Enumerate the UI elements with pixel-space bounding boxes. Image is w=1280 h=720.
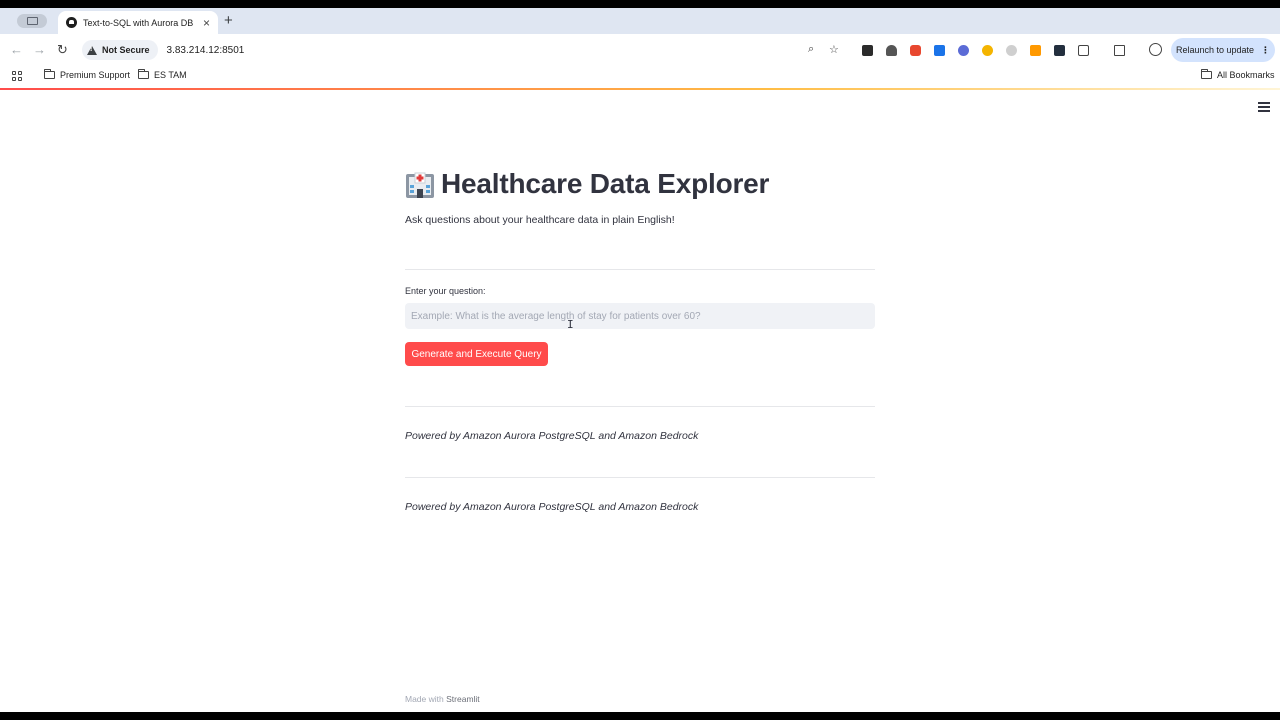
back-icon[interactable]: ← [10, 42, 23, 58]
relaunch-button[interactable]: Relaunch to update ⋮ [1171, 38, 1275, 62]
kebab-menu-icon: ⋮ [1261, 44, 1271, 55]
url-text: 3.83.214.12:8501 [166, 44, 245, 56]
powered-by-note: Powered by Amazon Aurora PostgreSQL and … [405, 501, 699, 513]
browser-tab-active[interactable]: Text-to-SQL with Aurora DB × [58, 11, 218, 34]
star-icon[interactable]: ☆ [829, 43, 839, 56]
generate-query-button[interactable]: Generate and Execute Query [405, 342, 548, 366]
extension-icon[interactable] [1054, 45, 1065, 56]
hospital-icon [406, 172, 434, 198]
folder-icon [138, 69, 149, 79]
tab-strip: Text-to-SQL with Aurora DB × + [0, 8, 1280, 34]
relaunch-label: Relaunch to update [1175, 45, 1255, 55]
zoom-icon[interactable]: ⌕ [808, 43, 814, 56]
bookmarks-bar: Premium Support ES TAM All Bookmarks [0, 66, 1280, 88]
streamlit-favicon-icon [66, 17, 77, 28]
bookmark-label: ES TAM [154, 70, 187, 80]
streamlit-decoration-bar [0, 88, 1280, 90]
address-bar[interactable]: Not Secure 3.83.214.12:8501 ⌕ ☆ [80, 38, 850, 62]
extension-icon[interactable] [910, 45, 921, 56]
extension-icon[interactable] [886, 45, 897, 56]
folder-icon [44, 69, 55, 79]
side-panel-icon[interactable] [1114, 45, 1125, 56]
powered-by-note: Powered by Amazon Aurora PostgreSQL and … [405, 430, 699, 442]
tab-close-icon[interactable]: × [203, 17, 210, 29]
folder-icon [1201, 69, 1212, 79]
extension-icon[interactable] [982, 45, 993, 56]
all-bookmarks[interactable]: All Bookmarks [1201, 69, 1275, 80]
page-header: Healthcare Data Explorer [405, 168, 769, 200]
page-title: Healthcare Data Explorer [441, 168, 770, 199]
browser-toolbar: ← → ↻ Not Secure 3.83.214.12:8501 ⌕ ☆ Re… [0, 34, 1280, 66]
all-bookmarks-label: All Bookmarks [1217, 70, 1275, 80]
new-tab-icon[interactable]: + [224, 13, 233, 28]
bookmark-premium-support[interactable]: Premium Support [44, 69, 131, 80]
extension-icon[interactable] [1006, 45, 1017, 56]
bookmark-es-tam[interactable]: ES TAM [138, 69, 187, 80]
hamburger-menu-icon[interactable] [1258, 102, 1270, 114]
text-cursor-icon: I [567, 318, 574, 331]
made-with-prefix: Made with [405, 694, 444, 704]
extension-icon[interactable] [862, 45, 873, 56]
divider [405, 406, 875, 407]
reload-icon[interactable]: ↻ [57, 42, 68, 58]
question-label: Enter your question: [405, 286, 486, 296]
apps-icon[interactable] [12, 71, 22, 81]
extensions-puzzle-icon[interactable] [1078, 45, 1089, 56]
extension-icon[interactable] [934, 45, 945, 56]
security-label: Not Secure [102, 45, 150, 55]
divider [405, 269, 875, 270]
security-chip[interactable]: Not Secure [82, 40, 158, 60]
browser-window: Text-to-SQL with Aurora DB × + ← → ↻ Not… [0, 8, 1280, 712]
streamlit-link[interactable]: Streamlit [446, 694, 480, 704]
divider [405, 477, 875, 478]
tab-search-icon [26, 17, 38, 25]
bookmark-label: Premium Support [60, 70, 131, 80]
tab-search-button[interactable] [17, 14, 47, 28]
page-subtitle: Ask questions about your healthcare data… [405, 214, 675, 226]
question-input[interactable] [405, 303, 875, 329]
warning-icon [87, 45, 97, 55]
extension-icon[interactable] [1030, 45, 1041, 56]
profile-icon[interactable] [1149, 43, 1162, 56]
made-with-footer[interactable]: Made with Streamlit [405, 694, 480, 704]
extension-icon[interactable] [958, 45, 969, 56]
forward-icon[interactable]: → [33, 42, 46, 58]
tab-title: Text-to-SQL with Aurora DB [83, 17, 194, 28]
